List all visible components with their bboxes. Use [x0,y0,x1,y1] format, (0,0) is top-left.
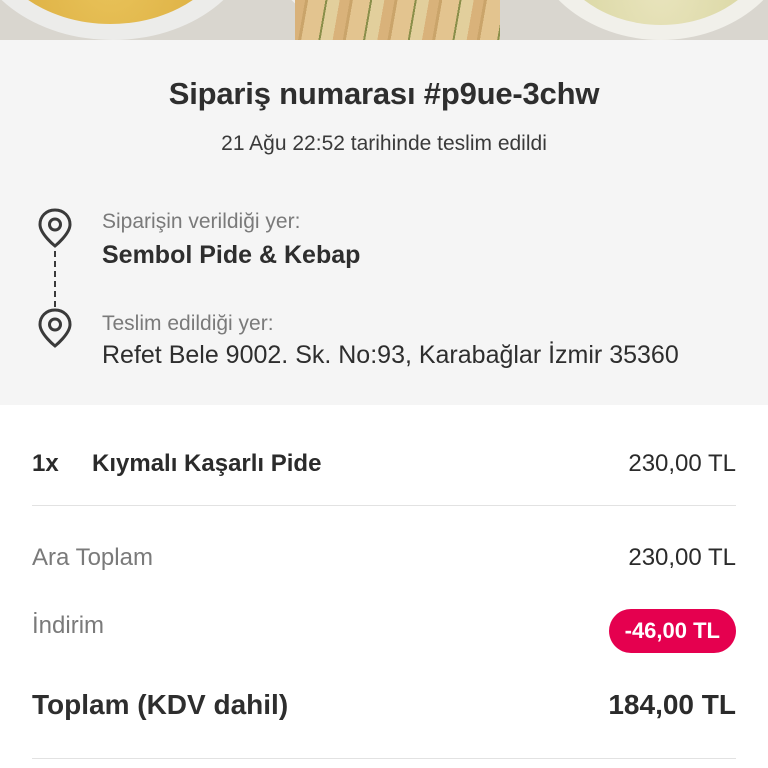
delivery-address: Refet Bele 9002. Sk. No:93, Karabağlar İ… [102,341,679,369]
location-pin-icon [37,308,73,348]
route-connector-line [54,251,56,307]
subtotal-value: 230,00 TL [628,544,736,571]
total-row: Toplam (KDV dahil) 184,00 TL [32,687,736,727]
discount-badge: -46,00 TL [608,609,736,653]
order-number-title: Sipariş numarası #p9ue-3chw [168,76,600,111]
food-photo-banner [0,0,768,40]
restaurant-name: Sembol Pide & Kebap [102,241,361,269]
total-label: Toplam (KDV dahil) [32,689,289,720]
delivery-time-text: 21 Ağu 22:52 tarihinde teslim edildi [221,132,547,155]
soup-plate-image [0,0,255,40]
item-price: 230,00 TL [628,450,736,477]
pickup-label: Siparişin verildiği yer: [102,210,301,233]
location-pin-icon [37,208,73,248]
subtotal-label: Ara Toplam [32,544,153,571]
discount-label: İndirim [32,612,105,639]
discount-row: İndirim -46,00 TL [32,606,736,653]
pide-image [295,0,500,40]
order-item-row: 1x Kıymalı Kaşarlı Pide 230,00 TL [32,444,736,484]
salad-plate-image [526,0,768,40]
delivery-label: Teslim edildiği yer: [102,312,274,335]
divider [32,758,736,759]
item-name: Kıymalı Kaşarlı Pide [92,450,322,477]
item-quantity: 1x [32,450,59,477]
divider [32,505,736,506]
total-value: 184,00 TL [608,689,736,720]
subtotal-row: Ara Toplam 230,00 TL [32,538,736,578]
